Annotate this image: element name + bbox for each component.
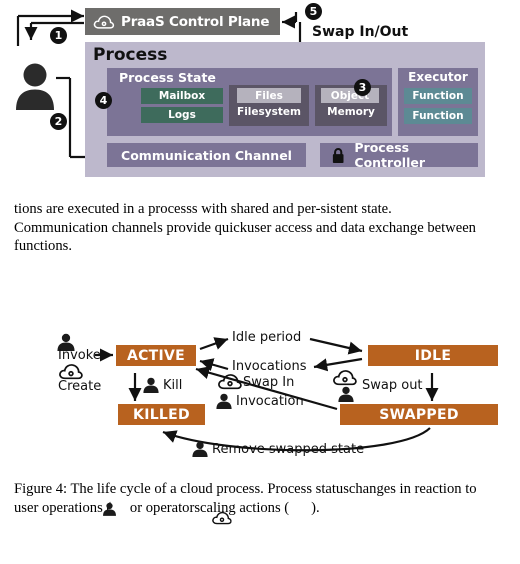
- badge-5: 5: [305, 3, 322, 20]
- person-icon-kill: [143, 377, 159, 393]
- logs-box[interactable]: Logs: [141, 107, 223, 123]
- praas-control-plane-bar[interactable]: PraaS Control Plane: [85, 8, 280, 35]
- swap-in-label: Swap In: [243, 375, 295, 390]
- create-label: Create: [58, 379, 102, 394]
- state-killed[interactable]: KILLED: [118, 404, 205, 425]
- person-icon-swap-out: [338, 386, 354, 402]
- function-box-2[interactable]: Function: [404, 108, 472, 124]
- badge-1: 1: [50, 27, 67, 44]
- lifecycle-figure: Invoke Create ACTIVE IDLE KILLED SWAPPED…: [0, 305, 520, 475]
- caption-part-2: or operatorscaling actions (: [126, 499, 290, 516]
- filesystem-label: Filesystem: [237, 106, 301, 118]
- person-icon-remove: [192, 441, 208, 457]
- lock-icon: [332, 147, 344, 163]
- person-icon-invocation: [216, 393, 232, 409]
- process-panel: Process Process State Mailbox Logs Files…: [85, 42, 485, 177]
- swap-in-out-label: Swap In/Out: [312, 24, 409, 40]
- architecture-figure: PraaS Control Plane Process Process Stat…: [0, 0, 520, 190]
- memory-group: Object Memory: [315, 85, 387, 126]
- executor-title: Executor: [408, 70, 468, 84]
- cloud-icon-swap-out: [333, 370, 357, 386]
- memory-label: Memory: [327, 106, 375, 118]
- figure-caption: Figure 4: The life cycle of a cloud proc…: [14, 480, 494, 525]
- badge-3: 3: [354, 79, 371, 96]
- state-idle[interactable]: IDLE: [368, 345, 498, 366]
- invoke-label: Invoke: [58, 348, 101, 363]
- cloud-icon-swap-in: [218, 374, 242, 390]
- function-box-1[interactable]: Function: [404, 88, 472, 104]
- process-state-panel: Process State Mailbox Logs Files Filesys…: [107, 68, 392, 136]
- control-plane-label: PraaS Control Plane: [121, 13, 270, 30]
- state-active[interactable]: ACTIVE: [116, 345, 196, 366]
- communication-channel-bar[interactable]: Communication Channel: [107, 143, 306, 167]
- badge-4: 4: [95, 92, 112, 109]
- process-state-title: Process State: [119, 70, 216, 85]
- invocation-label: Invocation: [236, 394, 304, 409]
- invocations-label: Invocations: [232, 359, 307, 374]
- person-icon: [16, 63, 54, 110]
- process-title: Process: [93, 45, 168, 65]
- body-paragraph: tions are executed in a processs with sh…: [14, 201, 476, 255]
- idle-period-label: Idle period: [232, 330, 302, 345]
- filesystem-group: Files Filesystem: [229, 85, 309, 126]
- mailbox-box[interactable]: Mailbox: [141, 88, 223, 104]
- person-icon-caption: [103, 502, 117, 516]
- remove-swapped-state-label: Remove swapped state: [212, 442, 365, 457]
- swap-out-label: Swap out: [362, 378, 423, 393]
- state-swapped[interactable]: SWAPPED: [340, 404, 498, 425]
- kill-label: Kill: [163, 378, 183, 393]
- caption-part-3: ).: [311, 499, 320, 516]
- cloud-icon: [93, 15, 115, 29]
- cloud-icon-create: [59, 364, 83, 380]
- executor-panel: Executor Function Function: [398, 68, 478, 136]
- files-box[interactable]: Files: [237, 88, 301, 103]
- process-controller-label: Process Controller: [354, 140, 425, 170]
- cloud-icon-caption: [212, 511, 232, 525]
- badge-2: 2: [50, 113, 67, 130]
- process-controller-bar[interactable]: Process Controller: [320, 140, 478, 170]
